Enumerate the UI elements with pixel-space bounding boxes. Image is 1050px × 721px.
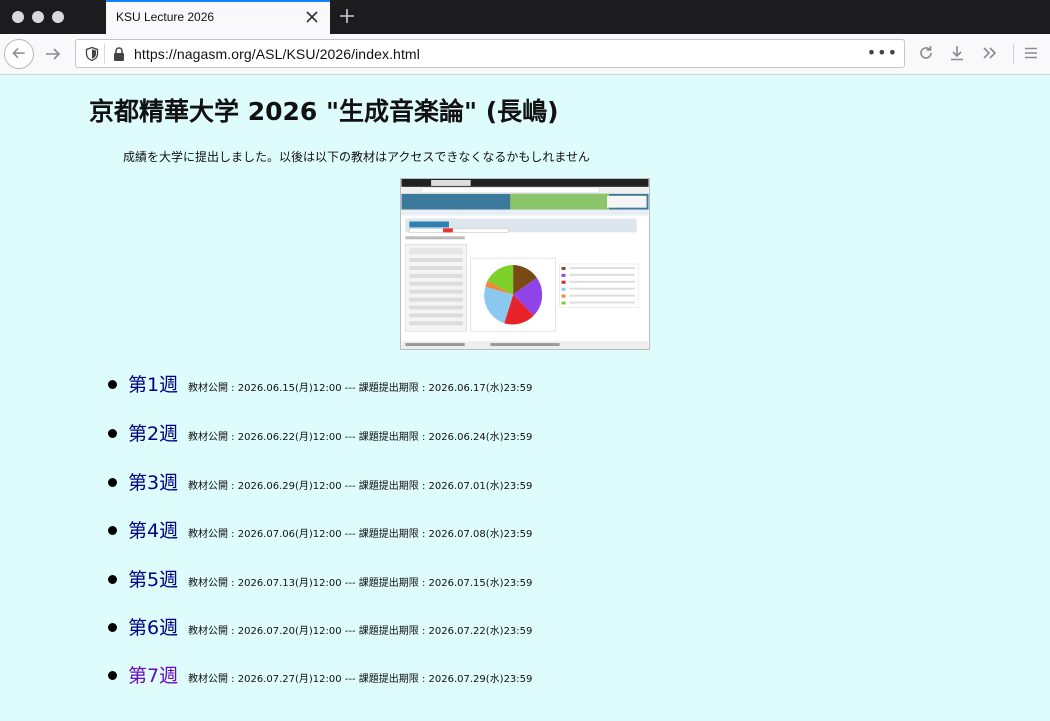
- bullet-icon: [108, 671, 117, 680]
- new-tab-plus-icon[interactable]: [338, 7, 356, 25]
- week-link[interactable]: 第2週: [128, 419, 178, 446]
- week-schedule-text: 教材公開 : 2026.07.20(月)12:00 --- 課題提出期限 : 2…: [188, 626, 533, 637]
- browser-tab[interactable]: KSU Lecture 2026: [106, 0, 330, 34]
- lock-icon[interactable]: [111, 46, 127, 62]
- url-separator: [104, 44, 105, 64]
- week-link[interactable]: 第3週: [128, 468, 178, 495]
- bullet-icon: [108, 478, 117, 487]
- week-schedule-text: 教材公開 : 2026.06.29(月)12:00 --- 課題提出期限 : 2…: [188, 481, 533, 492]
- week-link[interactable]: 第1週: [128, 370, 178, 397]
- hamburger-menu-icon[interactable]: [1022, 44, 1040, 62]
- week-link[interactable]: 第6週: [128, 613, 178, 640]
- bullet-icon: [108, 429, 117, 438]
- week-schedule-text: 教材公開 : 2026.06.15(月)12:00 --- 課題提出期限 : 2…: [188, 383, 533, 394]
- window-zoom-dot[interactable]: [52, 11, 64, 23]
- page-actions-icon[interactable]: •••: [867, 43, 898, 62]
- tab-title: KSU Lecture 2026: [116, 10, 215, 24]
- week-schedule-text: 教材公開 : 2026.07.06(月)12:00 --- 課題提出期限 : 2…: [188, 529, 533, 540]
- shield-icon[interactable]: [84, 46, 100, 62]
- notice-text: 成績を大学に提出しました。以後は以下の教材はアクセスできなくなるかもしれません: [123, 150, 591, 164]
- bullet-icon: [108, 380, 117, 389]
- bullet-icon: [108, 526, 117, 535]
- chevrons-right-icon[interactable]: [981, 44, 999, 62]
- window-minimize-dot[interactable]: [32, 11, 44, 23]
- arrow-right-icon: [46, 48, 61, 60]
- address-bar[interactable]: https://nagasm.org/ASL/KSU/2026/index.ht…: [75, 39, 905, 68]
- forward-button[interactable]: [38, 39, 68, 69]
- week-link[interactable]: 第7週: [128, 661, 178, 688]
- week-schedule-text: 教材公開 : 2026.07.27(月)12:00 --- 課題提出期限 : 2…: [188, 674, 533, 685]
- close-icon[interactable]: [304, 9, 320, 25]
- window-titlebar: KSU Lecture 2026: [0, 0, 1050, 34]
- bullet-icon: [108, 575, 117, 584]
- arrow-left-icon: [12, 47, 25, 59]
- download-icon[interactable]: [948, 44, 966, 62]
- window-close-dot[interactable]: [12, 11, 24, 23]
- page-title: 京都精華大学 2026 "生成音楽論" (長嶋): [89, 97, 559, 126]
- navigation-toolbar: https://nagasm.org/ASL/KSU/2026/index.ht…: [0, 34, 1050, 75]
- url-text: https://nagasm.org/ASL/KSU/2026/index.ht…: [134, 46, 420, 62]
- week-link[interactable]: 第5週: [128, 565, 178, 592]
- grade-system-screenshot-image: [400, 178, 650, 350]
- week-schedule-text: 教材公開 : 2026.07.13(月)12:00 --- 課題提出期限 : 2…: [188, 578, 533, 589]
- bullet-icon: [108, 623, 117, 632]
- back-button[interactable]: [4, 39, 34, 69]
- toolbar-separator: [1013, 44, 1014, 64]
- week-link[interactable]: 第4週: [128, 516, 178, 543]
- week-schedule-text: 教材公開 : 2026.06.22(月)12:00 --- 課題提出期限 : 2…: [188, 432, 533, 443]
- reload-icon[interactable]: [917, 44, 935, 62]
